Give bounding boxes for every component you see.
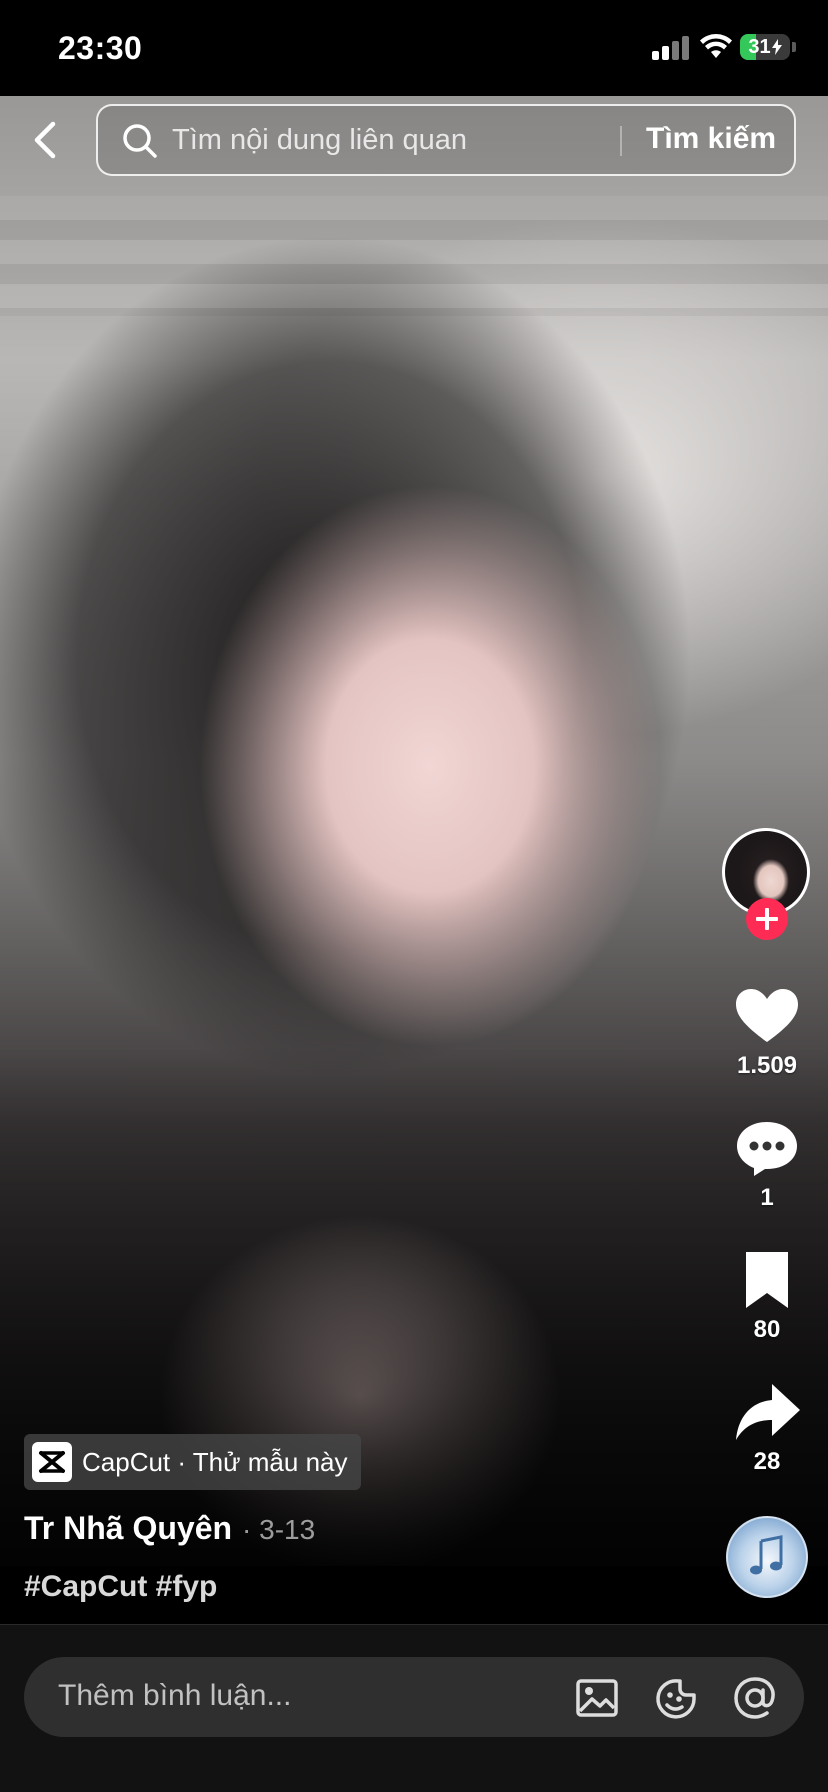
music-disc[interactable] [726, 1516, 808, 1598]
share-count: 28 [753, 1448, 781, 1475]
battery-indicator: 31 [740, 34, 790, 60]
battery-cap [792, 42, 796, 52]
share-arrow-icon[interactable] [732, 1382, 802, 1442]
back-button[interactable] [22, 112, 68, 168]
bookmark-count: 80 [753, 1316, 781, 1343]
post-date: · 3-13 [242, 1514, 316, 1545]
bookmark-action[interactable]: 80 [722, 1250, 812, 1344]
like-action[interactable]: 1.509 [722, 986, 812, 1080]
wifi-icon [700, 34, 732, 58]
image-icon[interactable] [574, 1675, 620, 1721]
status-bar: 23:30 31 [0, 0, 828, 96]
cellular-signal-icon [652, 34, 690, 60]
comment-placeholder: Thêm bình luận... [58, 1679, 292, 1712]
bookmark-icon[interactable] [732, 1250, 802, 1310]
search-input[interactable]: Tìm nội dung liên quan [172, 124, 467, 157]
search-divider [620, 126, 622, 156]
template-label: CapCut · Thử mẫu này [82, 1446, 348, 1477]
video-player[interactable] [0, 96, 828, 1566]
comment-bubble-icon[interactable] [732, 1118, 802, 1178]
follow-button[interactable] [746, 898, 788, 940]
chevron-left-icon [34, 121, 56, 159]
emoji-icon[interactable] [654, 1675, 700, 1721]
at-icon[interactable] [732, 1675, 778, 1721]
author-name[interactable]: Tr Nhã Quyên [24, 1510, 232, 1547]
search-submit-button[interactable]: Tìm kiếm [646, 122, 776, 156]
search-icon [123, 124, 157, 158]
share-action[interactable]: 28 [722, 1382, 812, 1476]
comment-count: 1 [760, 1184, 774, 1211]
like-count: 1.509 [736, 1052, 798, 1079]
charging-bolt-icon [771, 39, 782, 55]
comment-action[interactable]: 1 [722, 1118, 812, 1212]
music-note-icon [750, 1535, 783, 1575]
author-row: Tr Nhã Quyên · 3-13 [24, 1510, 315, 1547]
capcut-logo-icon [32, 1442, 72, 1482]
creator-avatar-group[interactable] [722, 828, 812, 940]
comment-input[interactable]: Thêm bình luận... [24, 1657, 804, 1737]
comment-bar: Thêm bình luận... [0, 1624, 828, 1792]
heart-icon[interactable] [732, 986, 802, 1046]
plus-icon [756, 908, 778, 930]
search-bar[interactable]: Tìm nội dung liên quan Tìm kiếm [96, 104, 796, 176]
capcut-template-chip[interactable]: CapCut · Thử mẫu này [24, 1434, 362, 1490]
status-time: 23:30 [58, 30, 143, 66]
battery-level: 31 [748, 35, 771, 58]
post-caption[interactable]: #CapCut #fyp [24, 1570, 217, 1604]
